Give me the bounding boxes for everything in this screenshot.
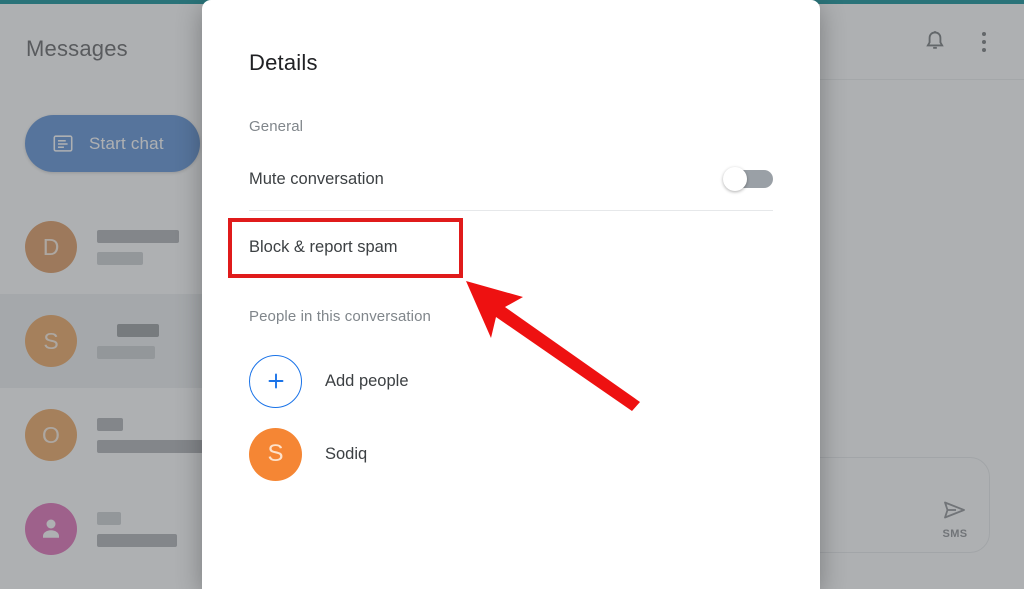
avatar-initial: D: [42, 233, 60, 260]
more-vertical-icon[interactable]: [982, 31, 986, 52]
avatar-initial: S: [267, 440, 284, 467]
details-dialog: Details General Mute conversation Block …: [202, 0, 820, 589]
redacted-snippet: [97, 251, 143, 265]
avatar-initial: S: [43, 327, 59, 354]
redacted-name: [117, 323, 159, 337]
dot: [982, 39, 986, 44]
mute-conversation-toggle[interactable]: [723, 167, 773, 191]
redacted-snippet: [97, 345, 155, 359]
toggle-knob: [723, 167, 747, 191]
start-chat-button[interactable]: Start chat: [25, 115, 200, 172]
avatar: [25, 503, 77, 555]
redacted-name: [97, 511, 121, 525]
send-label: SMS: [942, 528, 968, 540]
bell-icon[interactable]: [922, 29, 948, 55]
block-report-spam-button[interactable]: Block & report spam: [249, 238, 398, 257]
dot: [982, 31, 986, 36]
page-title: Messages: [26, 36, 128, 61]
dot: [982, 47, 986, 52]
avatar: D: [25, 221, 77, 273]
conversation-preview: [97, 417, 207, 453]
avatar: S: [25, 315, 77, 367]
app-window: Messages Start chat D S O SMS Details Ge…: [0, 0, 1024, 589]
person-icon: [43, 519, 59, 538]
redacted-name: [97, 229, 179, 243]
send-icon: [941, 498, 969, 527]
redacted-snippet: [97, 439, 207, 453]
send-button[interactable]: SMS: [941, 498, 969, 540]
add-people-label: Add people: [325, 371, 409, 390]
start-chat-label: Start chat: [89, 133, 164, 153]
plus-icon: [249, 354, 302, 408]
compose-icon: [51, 133, 75, 155]
avatar: O: [25, 409, 77, 461]
redacted-name: [97, 417, 123, 431]
mute-conversation-row[interactable]: Mute conversation: [249, 167, 773, 191]
dialog-title: Details: [249, 50, 318, 75]
general-section-label: General: [249, 118, 304, 135]
avatar: S: [249, 427, 302, 481]
conversation-preview: [97, 511, 177, 547]
redacted-snippet: [97, 533, 177, 547]
avatar-initial: O: [42, 421, 60, 448]
people-section-label: People in this conversation: [249, 308, 431, 325]
conversation-preview: [97, 323, 159, 359]
person-name: Sodiq: [325, 444, 368, 463]
add-people-button[interactable]: Add people: [249, 354, 409, 408]
section-divider: [249, 210, 773, 211]
person-list-item[interactable]: S Sodiq: [249, 427, 367, 481]
mute-conversation-label: Mute conversation: [249, 169, 384, 188]
conversation-preview: [97, 229, 179, 265]
